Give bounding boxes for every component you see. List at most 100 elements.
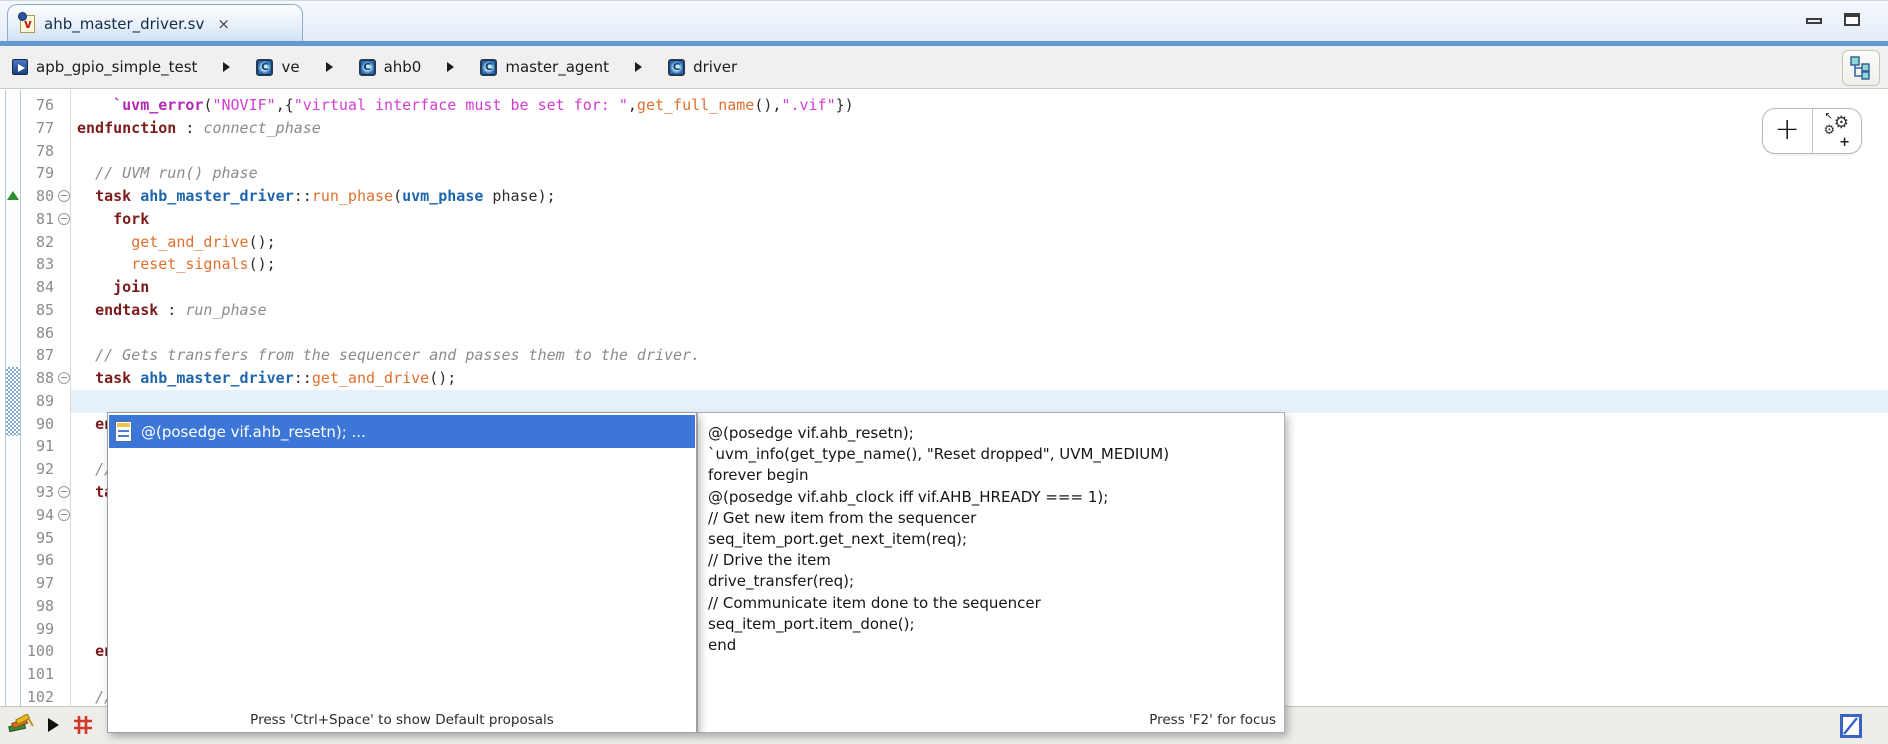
code-line-83[interactable]: reset_signals(); — [77, 253, 1888, 276]
code-line-78[interactable] — [77, 140, 1888, 163]
token: `uvm_error — [113, 96, 203, 114]
show-hierarchy-button[interactable] — [1842, 50, 1880, 86]
breadcrumb-item-apb_gpio_simple_test[interactable]: apb_gpio_simple_test — [12, 58, 197, 76]
token: endfunction — [77, 119, 176, 137]
add-button[interactable]: + — [1763, 109, 1813, 153]
token: task — [95, 187, 131, 205]
build-icon[interactable] — [8, 714, 34, 736]
gutter-row: 86 — [21, 322, 71, 345]
token: phase); — [483, 187, 555, 205]
ide-window: ahb_master_driver.sv × apb_gpio_simple_t… — [0, 0, 1888, 744]
token: :: — [294, 369, 312, 387]
preview-line: @(posedge vif.ahb_resetn); — [708, 423, 1276, 444]
breadcrumb-separator-icon — [326, 62, 333, 72]
minimize-icon[interactable] — [1806, 18, 1822, 24]
token: run_phase — [312, 187, 393, 205]
token: endtask — [95, 301, 158, 319]
token: // Gets transfers from the sequencer and… — [95, 346, 700, 364]
token: (); — [249, 233, 276, 251]
line-number: 85 — [21, 299, 54, 322]
breadcrumb-label: driver — [693, 58, 737, 76]
token: join — [113, 278, 149, 296]
gutter-row: 97 — [21, 572, 71, 595]
token: ,{ — [276, 96, 294, 114]
code-line-86[interactable] — [77, 322, 1888, 345]
token — [77, 642, 95, 660]
tab-ahb-master-driver[interactable]: ahb_master_driver.sv × — [7, 4, 303, 42]
preview-line: drive_transfer(req); — [708, 571, 1276, 592]
token: (); — [249, 255, 276, 273]
line-number: 101 — [21, 663, 54, 686]
token — [131, 369, 140, 387]
breadcrumb-item-ahb0[interactable]: ahb0 — [359, 58, 422, 76]
preview-line: seq_item_port.item_done(); — [708, 614, 1276, 635]
code-line-89[interactable] — [77, 390, 1888, 413]
token: run_phase — [185, 301, 266, 319]
line-number: 89 — [21, 390, 54, 413]
code-line-76[interactable]: `uvm_error("NOVIF",{"virtual interface m… — [77, 94, 1888, 117]
fold-marker-icon[interactable]: − — [58, 372, 70, 384]
gutter-row: 88− — [21, 367, 71, 390]
breadcrumb-item-driver[interactable]: driver — [668, 58, 737, 76]
breadcrumb-item-master_agent[interactable]: master_agent — [480, 58, 609, 76]
code-line-81[interactable]: fork — [77, 208, 1888, 231]
token — [131, 187, 140, 205]
fold-marker-icon[interactable]: − — [58, 190, 70, 202]
gutter-row: 98 — [21, 595, 71, 618]
settings-button[interactable]: ↖ ⚙ ⚙ + — [1813, 109, 1862, 153]
line-number: 80 — [21, 185, 54, 208]
proposal-footer-hint: Press 'Ctrl+Space' to show Default propo… — [108, 712, 696, 728]
token: : — [176, 119, 203, 137]
maximize-icon[interactable] — [1844, 13, 1860, 26]
gear-plus-icon: + — [1839, 135, 1850, 150]
smart-insert-toggle[interactable] — [1840, 714, 1862, 738]
run-arrow-icon[interactable] — [48, 718, 59, 732]
fold-marker-icon[interactable]: − — [58, 213, 70, 225]
gutter-row: 91 — [21, 435, 71, 458]
gutter-row: 85 — [21, 299, 71, 322]
token: connect_phase — [203, 119, 320, 137]
code-line-85[interactable]: endtask : run_phase — [77, 299, 1888, 322]
token — [77, 187, 95, 205]
token: get_full_name — [637, 96, 754, 114]
proposal-item-selected[interactable]: @(posedge vif.ahb_resetn); ... — [109, 415, 695, 448]
line-number: 88 — [21, 367, 54, 390]
token: }) — [836, 96, 854, 114]
class-icon — [480, 59, 497, 76]
snippet-icon — [115, 421, 132, 442]
gear-arrow-icon: ↖ — [1825, 111, 1833, 122]
code-line-77[interactable]: endfunction : connect_phase — [77, 117, 1888, 140]
code-line-84[interactable]: join — [77, 276, 1888, 299]
code-line-79[interactable]: // UVM run() phase — [77, 162, 1888, 185]
gutter-row: 80− — [21, 185, 71, 208]
breadcrumb-label: apb_gpio_simple_test — [36, 58, 197, 76]
token — [77, 301, 95, 319]
line-number: 86 — [21, 322, 54, 345]
token: uvm_phase — [402, 187, 483, 205]
preview-line: @(posedge vif.ahb_clock iff vif.AHB_HREA… — [708, 487, 1276, 508]
breadcrumb-bar: apb_gpio_simple_test ve ahb0 master_agent dr… — [0, 46, 1888, 89]
code-line-87[interactable]: // Gets transfers from the sequencer and… — [77, 344, 1888, 367]
line-number: 77 — [21, 117, 54, 140]
breadcrumb-item-ve[interactable]: ve — [256, 58, 299, 76]
gutter-row: 77 — [21, 117, 71, 140]
gutter-row: 93− — [21, 481, 71, 504]
grid-icon[interactable] — [73, 715, 93, 735]
gutter-row: 96 — [21, 549, 71, 572]
tab-close-icon[interactable]: × — [217, 15, 230, 33]
fold-marker-icon[interactable]: − — [58, 509, 70, 521]
breadcrumb-separator-icon — [635, 62, 642, 72]
preview-line: end — [708, 635, 1276, 656]
code-line-82[interactable]: get_and_drive(); — [77, 231, 1888, 254]
line-number: 96 — [21, 549, 54, 572]
annotation-ruler[interactable] — [5, 90, 21, 706]
code-line-80[interactable]: task ahb_master_driver::run_phase(uvm_ph… — [77, 185, 1888, 208]
preview-line: // Get new item from the sequencer — [708, 508, 1276, 529]
preview-line: // Communicate item done to the sequence… — [708, 593, 1276, 614]
token — [77, 688, 95, 706]
code-line-88[interactable]: task ahb_master_driver::get_and_drive(); — [77, 367, 1888, 390]
token: :: — [294, 187, 312, 205]
breadcrumb-label: ahb0 — [384, 58, 422, 76]
preview-line: `uvm_info(get_type_name(), "Reset droppe… — [708, 444, 1276, 465]
fold-marker-icon[interactable]: − — [58, 486, 70, 498]
